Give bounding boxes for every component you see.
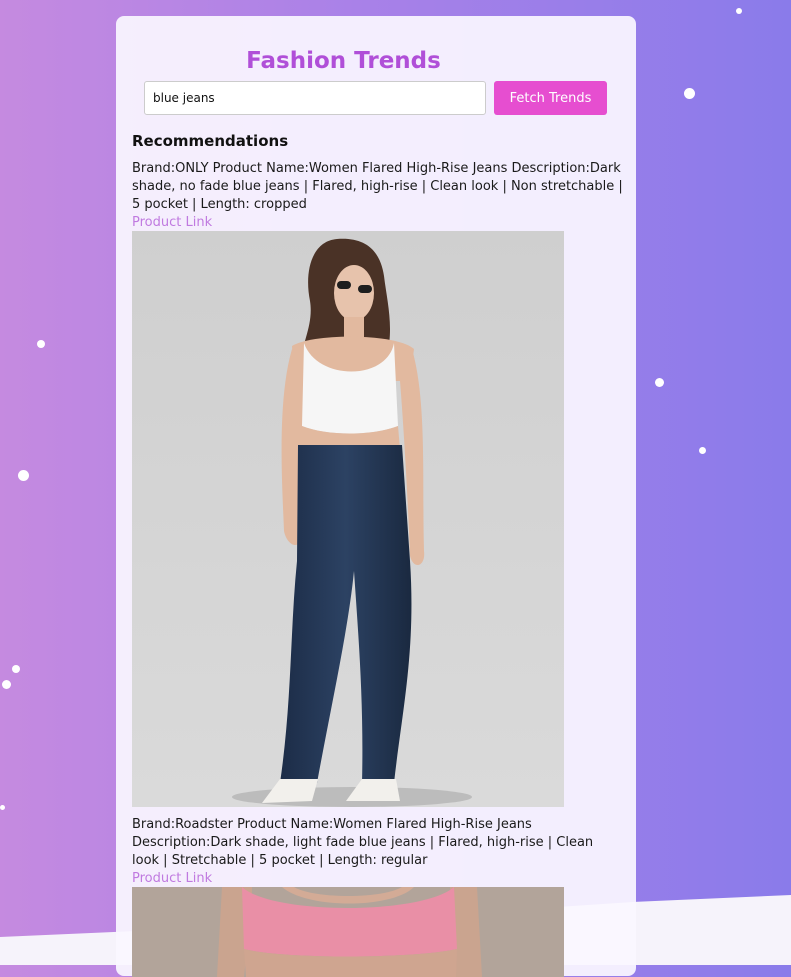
search-input[interactable] [144, 81, 486, 115]
snowflake [736, 8, 742, 14]
fetch-trends-button[interactable]: Fetch Trends [494, 81, 607, 115]
product-description: Brand:ONLY Product Name:Women Flared Hig… [132, 161, 623, 212]
product-link[interactable]: Product Link [132, 870, 212, 888]
snowflake [12, 665, 20, 673]
model-in-jeans-photo [132, 231, 564, 807]
main-card: Fashion Trends Fetch Trends Recommendati… [116, 16, 636, 977]
page-title: Fashion Trends [246, 48, 441, 74]
snowflake [655, 378, 664, 387]
product-image[interactable] [132, 231, 564, 807]
snowflake [18, 470, 29, 481]
recommendations-heading: Recommendations [132, 132, 289, 150]
snowflake [37, 340, 45, 348]
model-in-pink-top-photo [132, 887, 564, 977]
product-description: Brand:Roadster Product Name:Women Flared… [132, 817, 594, 868]
product-image[interactable] [132, 887, 564, 977]
snowflake [2, 680, 11, 689]
snowflake [684, 88, 695, 99]
product-link[interactable]: Product Link [132, 214, 212, 232]
snowflake [0, 805, 5, 810]
snowflake [699, 447, 706, 454]
